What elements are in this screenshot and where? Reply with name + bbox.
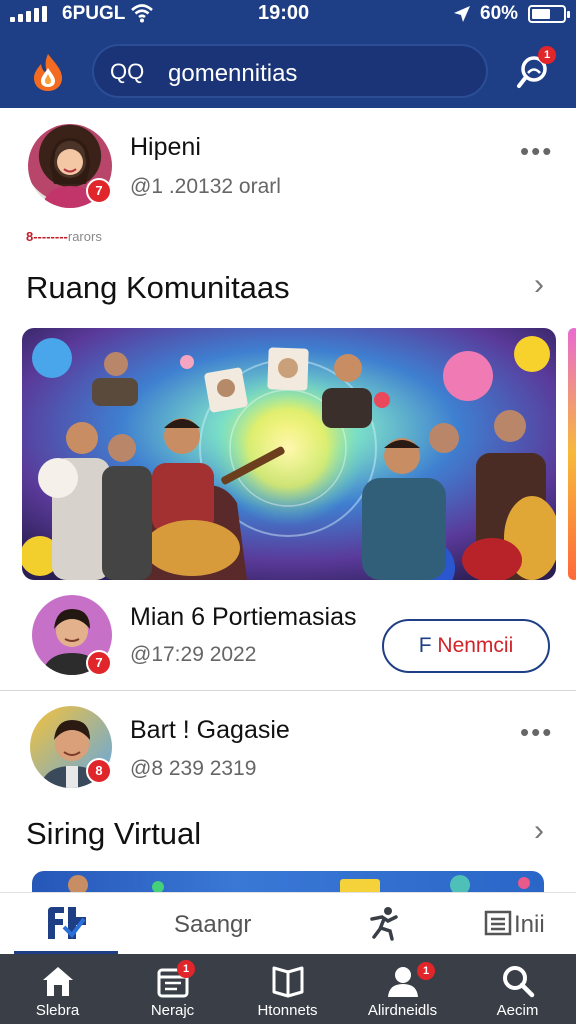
notification-badge: 1 [538, 46, 556, 64]
chevron-right-icon[interactable]: › [534, 814, 544, 848]
search-input[interactable]: gomennitias [168, 60, 297, 88]
nav-item-profile[interactable]: 1 Alirdneidls [345, 954, 460, 1024]
post-author-handle: @1 .20132 orarl [130, 175, 281, 198]
nav-item-search[interactable]: Aecim [460, 954, 575, 1024]
bottom-navigation: Slebra 1 Nerajc Htonnets 1 Alirdneidls A… [0, 954, 576, 1024]
person-icon [387, 967, 418, 997]
nav-badge: 1 [177, 960, 195, 978]
feed-icon [48, 907, 86, 939]
battery-icon [528, 5, 570, 23]
tab-list[interactable]: Inii [474, 893, 570, 955]
notifications-button[interactable]: 1 [512, 46, 556, 94]
search-icon: QQ [110, 59, 145, 84]
community-banner-image[interactable] [22, 328, 556, 580]
join-button[interactable]: F Nenmcii [382, 619, 550, 673]
activity-icon [370, 907, 398, 941]
carrier-name: 6PUGL [62, 3, 126, 24]
nav-item-book[interactable]: Htonnets [230, 954, 345, 1024]
next-banner-peek[interactable] [568, 328, 576, 580]
divider [0, 690, 576, 691]
section-title-virtual: Siring Virtual [26, 816, 202, 851]
signal-icon [10, 6, 47, 22]
search-icon [502, 966, 534, 998]
battery-percentage: 60% [480, 3, 519, 24]
nav-item-calendar[interactable]: 1 Nerajc [115, 954, 230, 1024]
post-author-name[interactable]: Mian 6 Portiemasias [130, 603, 356, 632]
more-options-icon[interactable]: ••• [520, 136, 553, 167]
post-author-handle: @8 239 2319 [130, 757, 257, 780]
avatar-badge: 7 [86, 178, 112, 204]
avatar-badge: 8 [86, 758, 112, 784]
tab-activity[interactable] [352, 893, 422, 955]
nav-badge: 1 [417, 962, 435, 980]
nav-item-home[interactable]: Slebra [0, 954, 115, 1024]
post-author-name[interactable]: Bart ! Gagasie [130, 716, 290, 745]
status-bar: 6PUGL 19:00 60% [0, 0, 576, 28]
more-options-icon[interactable]: ••• [520, 717, 553, 748]
section-title-community: Ruang Komunitaas [26, 270, 290, 305]
clock: 19:00 [258, 2, 310, 24]
tab-saangr[interactable]: Saangr [150, 893, 280, 955]
book-icon [272, 966, 303, 998]
app-logo-icon[interactable] [26, 50, 70, 94]
chevron-right-icon[interactable]: › [534, 268, 544, 302]
list-icon [484, 910, 512, 936]
search-bar[interactable]: QQ gomennitias [92, 44, 488, 98]
location-arrow-icon [454, 6, 470, 22]
post-author-handle: @17:29 2022 [130, 643, 257, 666]
tab-feed[interactable] [14, 893, 118, 955]
post-author-name[interactable]: Hipeni [130, 133, 201, 162]
home-icon [42, 967, 73, 996]
tiny-caption: 8--------rarors [26, 229, 102, 244]
wifi-icon [131, 4, 153, 23]
content-tab-bar: Saangr Inii [0, 892, 576, 955]
avatar-badge: 7 [86, 650, 112, 676]
app-header: 6PUGL 19:00 60% QQ gomennitias 1 [0, 0, 576, 108]
